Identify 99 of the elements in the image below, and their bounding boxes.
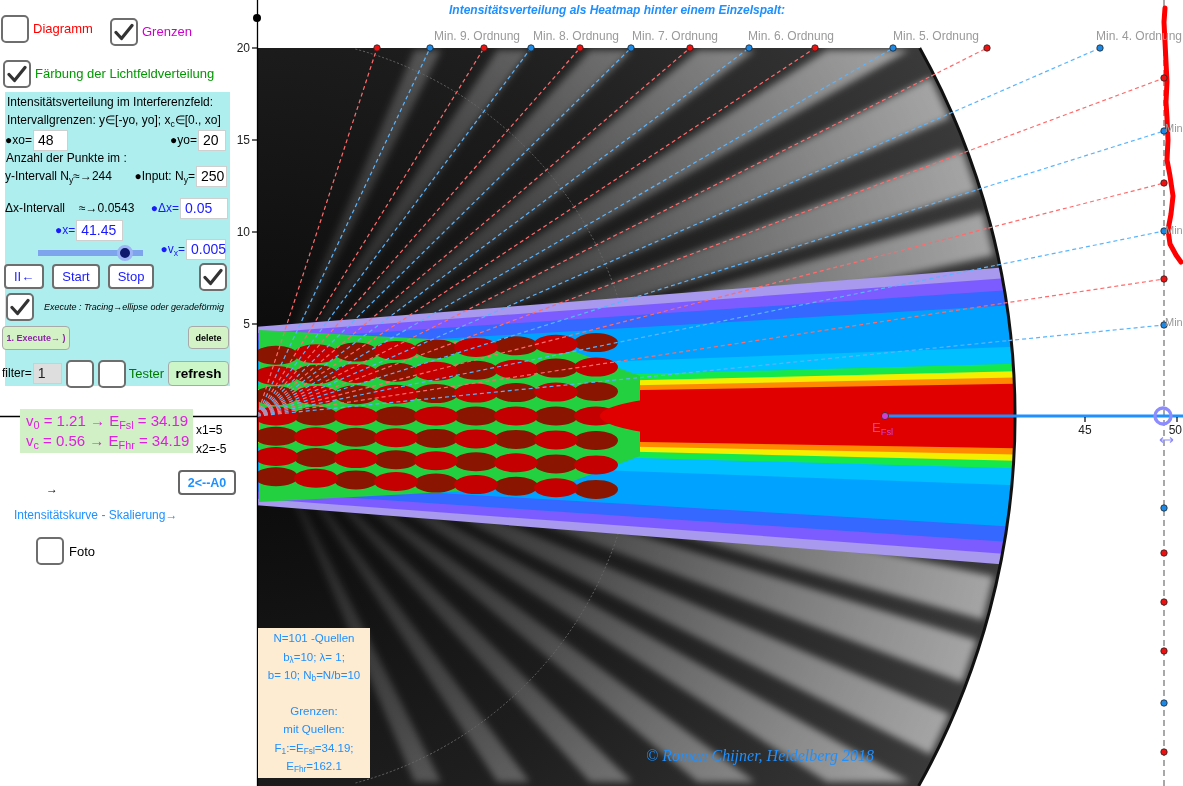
axis-label: 15: [236, 133, 250, 147]
input-field[interactable]: 20: [198, 130, 226, 151]
checkbox[interactable]: [1, 15, 29, 43]
point-marker: [1160, 699, 1168, 707]
arrow-text: →: [46, 483, 58, 495]
order-label: Min. 5. Ordnung: [893, 29, 980, 43]
info-text: b= 10; N$_{b}$=N/b=10: [267, 668, 361, 685]
point-marker: [253, 14, 261, 22]
checkbox[interactable]: [65, 359, 94, 388]
order-label: Min. 8. Ordnung: [533, 29, 620, 43]
axis-label: 20: [236, 41, 250, 55]
point-marker: [576, 44, 584, 52]
info-text: F$_{1}$:=E$_{Fsl}$=34.19;: [274, 740, 354, 757]
estimate-text: y-Intervall N$_{y}$≈→244: [5, 169, 112, 184]
point-marker: [983, 44, 991, 52]
value-text: x2=-5: [196, 441, 227, 458]
axis-label: 5: [243, 317, 250, 331]
tester-label: Tester: [128, 366, 165, 381]
field-label: ●yo=: [170, 133, 197, 148]
order-label: Min. 9. Ordnung: [434, 29, 521, 43]
point-marker: [1160, 179, 1168, 187]
field-label: ●Input: N$_{y}$=: [134, 169, 195, 184]
point-marker: [627, 44, 635, 52]
info-text: mit Quellen:: [283, 722, 345, 737]
refresh-button[interactable]: refresh: [168, 361, 229, 386]
point-marker: [1160, 74, 1168, 82]
checkbox[interactable]: [3, 60, 31, 88]
point-marker: [811, 44, 819, 52]
checkbox-label: Execute : Tracing→ellipse oder geradeförmig: [44, 301, 224, 313]
field-label: ●x=: [55, 223, 76, 238]
estimate-text: ≈→0.0543: [79, 200, 135, 216]
value-text: x1=5: [196, 422, 224, 439]
checkbox[interactable]: [110, 18, 138, 46]
point-marker: [1160, 321, 1168, 329]
point-marker: [1160, 748, 1168, 756]
input-field[interactable]: 0.005: [186, 239, 226, 260]
field-label: filter=: [2, 366, 32, 381]
field-label: ●v$_{x}$=: [160, 242, 185, 257]
caption-text: Intensitätskurve - Skalierung→: [14, 508, 179, 522]
plot-title: Intensitätsverteilung als Heatmap hinter einem Einzelspalt:: [449, 3, 786, 18]
check-icon: [203, 267, 223, 286]
axis-label: 45: [1078, 423, 1092, 437]
order-label: Min. 6. Ordnung: [748, 29, 835, 43]
point-marker: [426, 44, 434, 52]
point-marker: [1160, 549, 1168, 557]
checkbox[interactable]: [199, 262, 227, 291]
point-marker: [1096, 44, 1104, 52]
axis-label: 50: [1168, 423, 1182, 437]
point-marker: [889, 44, 897, 52]
point-marker: [686, 44, 694, 52]
point-marker: [1160, 504, 1168, 512]
control-button[interactable]: II←: [4, 264, 45, 289]
axis-tick: [1176, 416, 1178, 423]
check-icon: [114, 23, 134, 41]
point-marker: [1160, 598, 1168, 606]
field-label: ●xo=: [5, 133, 32, 148]
info-text: N=101 -Quellen: [273, 631, 355, 646]
checkbox-label: Diagramm: [33, 21, 93, 37]
point-marker: [1160, 275, 1168, 283]
order-label: Min. 7. Ordnung: [632, 29, 719, 43]
interval-text: Δx-Intervall: [5, 200, 66, 216]
input-field[interactable]: 250: [196, 166, 227, 187]
check-icon: [7, 65, 27, 83]
double-arrow-icon: [1159, 436, 1174, 444]
axis-tick: [1084, 416, 1086, 423]
order-label: Min: [1165, 316, 1183, 328]
checkbox-label: Färbung der Lichtfeldverteilung: [35, 66, 215, 82]
input-field[interactable]: 48: [32, 130, 68, 151]
checkbox-label: Foto: [69, 543, 95, 559]
check-icon: [10, 298, 30, 316]
checkbox[interactable]: [97, 359, 126, 388]
input-field[interactable]: 0.05: [180, 197, 228, 219]
result-text: v$_{c}$ = 0.56 → E$_{Fhr}$ = 34.19: [26, 431, 191, 451]
interval-text: Intervallgrenzen: y∈[-yo, yo]; x$_{c}$∈[0., xo]: [7, 112, 221, 128]
slider-thumb[interactable]: [117, 245, 134, 261]
panel-heading: Intensitätsverteilung im Interferenzfeld:: [7, 95, 214, 110]
delete-button[interactable]: delete: [188, 326, 229, 349]
point-marker: [527, 44, 535, 52]
info-text: b$_{λ}$=10; λ= 1;: [283, 649, 345, 666]
checkbox[interactable]: [36, 537, 64, 565]
control-button[interactable]: Stop: [107, 264, 155, 289]
point-label: E$_{Fsl}$: [872, 420, 894, 436]
point-marker: [373, 44, 381, 52]
point-marker: [745, 44, 753, 52]
points-text: Anzahl der Punkte im :: [6, 150, 127, 166]
execute-button[interactable]: 1. Execute→ ): [2, 325, 70, 350]
info-text: E$_{Fhr}$=162.1: [286, 759, 342, 776]
control-button[interactable]: Start: [52, 264, 100, 289]
checkbox[interactable]: [6, 293, 34, 321]
point-marker: [880, 411, 890, 421]
point-marker: [480, 44, 488, 52]
checkbox-label: Grenzen: [142, 24, 192, 40]
field-label: ●Δx=: [150, 200, 179, 216]
info-text: Grenzen:: [290, 703, 338, 719]
result-text: v$_{0}$ = 1.21 → E$_{Fsl}$ = 34.19: [26, 411, 190, 431]
point-marker: [1153, 406, 1173, 426]
input-field[interactable]: 41.45: [76, 220, 124, 241]
axis-label: 10: [236, 225, 250, 239]
point-marker: [1160, 647, 1168, 655]
